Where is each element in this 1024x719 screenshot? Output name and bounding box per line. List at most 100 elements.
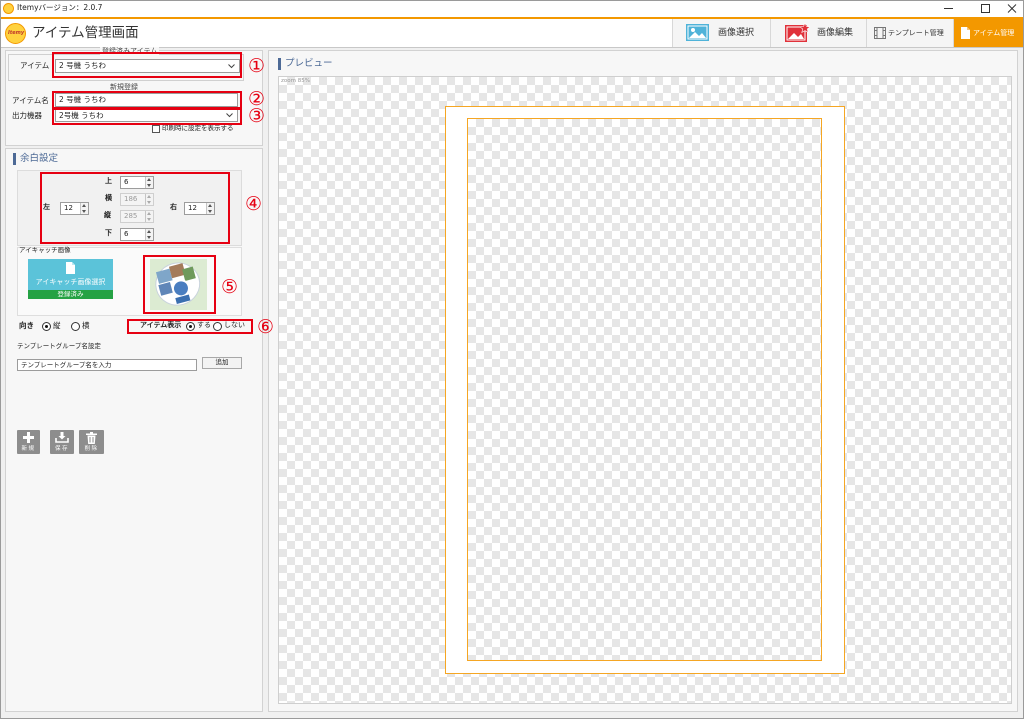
spinner[interactable] [206,203,214,214]
item-display-on-radio[interactable] [186,322,195,331]
spinner[interactable] [80,203,88,214]
orientation-landscape-radio[interactable] [71,322,80,331]
tab-image-select[interactable]: 画像選択 [672,19,770,47]
save-icon [50,432,74,446]
zoom-indicator: zoom 85% [281,78,310,84]
margin-left-label: 左 [43,203,50,211]
spinner[interactable] [145,229,153,240]
image-edit-icon [785,22,811,45]
orientation-portrait-radio[interactable] [42,322,51,331]
orientation-landscape-label: 横 [82,321,90,330]
add-button-label: 追加 [215,358,229,366]
title-bar [0,0,1024,17]
item-display-off-radio[interactable] [213,322,222,331]
tab-image-edit[interactable]: 画像編集 [770,19,866,47]
margin-right-input[interactable]: 12 [184,202,215,215]
film-icon [874,27,886,42]
add-button[interactable]: 追加 [202,357,242,369]
item-display-on-label: する [197,321,211,329]
tab-item-manage[interactable]: アイテム管理 [953,19,1024,47]
item-display-off-label: しない [224,321,245,329]
template-group-label: テンプレートグループ名設定 [17,342,101,350]
eyecatch-select-button[interactable]: アイキャッチ画像選択 [28,259,113,290]
chevron-down-icon [226,113,233,118]
new-button[interactable]: 新規 [17,430,40,454]
eyecatch-select-label: アイキャッチ画像選択 [35,278,106,286]
app-icon [3,3,14,14]
show-settings-checkbox[interactable] [152,125,160,133]
output-device-select[interactable]: 2号機 うちわ [55,109,238,122]
save-button[interactable]: 保存 [50,430,74,454]
eyecatch-status-bar: 登録済み [28,290,113,299]
new-button-label: 新規 [21,446,36,452]
show-settings-label: 印刷時に設定を表示する [162,124,234,132]
preview-accent-bar [278,58,281,70]
margin-bottom-label: 下 [105,229,112,237]
maximize-button[interactable] [972,0,998,17]
trash-icon [79,432,104,447]
section-accent-bar [13,153,16,165]
eyecatch-thumbnail[interactable] [150,259,207,310]
app-logo: Itemy [5,23,26,44]
registered-items-group-label: 登録済みアイテム [100,47,160,56]
page-title: アイテム管理画面 [32,25,139,41]
annotation-number-1: ① [248,55,266,77]
tab-label: 画像選択 [718,28,755,38]
orientation-portrait-label: 縦 [53,321,61,330]
item-name-value: 2 号機 うちわ [59,95,107,104]
annotation-number-5: ⑤ [221,276,239,298]
eyecatch-label: アイキャッチ画像 [19,246,71,254]
spinner[interactable] [145,177,153,188]
item-label: アイテム [20,61,50,70]
margin-bottom-input[interactable]: 6 [120,228,154,241]
minimize-icon [944,8,953,9]
close-icon [1007,4,1017,13]
margin-right-value: 12 [188,204,197,212]
item-display-label: アイテム表示 [140,321,182,329]
minimize-button[interactable] [936,0,962,17]
save-button-label: 保存 [54,446,69,452]
new-registration-label: 新規登録 [110,83,138,91]
margin-height-value: 285 [124,212,138,220]
margin-width-input: 186 [120,193,154,206]
tab-label: アイテム管理 [973,29,1015,37]
margin-left-input[interactable]: 12 [60,202,89,215]
orientation-label: 向き [19,321,34,330]
margin-width-label: 横 [105,194,112,202]
margin-width-value: 186 [124,195,138,203]
margin-top-input[interactable]: 6 [120,176,154,189]
output-device-label: 出力機器 [12,111,42,120]
printable-area [467,118,822,661]
tab-template-manage[interactable]: テンプレート管理 [866,19,953,47]
image-icon [686,24,709,44]
item-select[interactable]: 2 号機 うちわ [55,59,240,73]
plus-icon [17,432,40,446]
eyecatch-status-label: 登録済み [57,290,84,298]
document-icon [961,27,970,42]
margin-right-label: 右 [170,203,177,211]
annotation-number-3: ③ [248,105,266,127]
margin-bottom-value: 6 [124,230,129,238]
item-select-value: 2 号機 うちわ [59,61,107,70]
tab-label: テンプレート管理 [888,29,944,37]
margin-section-title: 余白設定 [20,153,59,164]
window-title: Itemyバージョン：2.0.7 [17,3,103,12]
template-group-input[interactable]: テンプレートグループ名を入力 [17,359,197,371]
template-group-value: テンプレートグループ名を入力 [21,361,112,369]
spinner [145,194,153,205]
preview-title: プレビュー [285,58,333,69]
annotation-number-4: ④ [245,193,263,215]
item-name-label: アイテム名 [12,96,49,105]
close-button[interactable] [999,0,1024,17]
spinner [145,211,153,222]
annotation-number-6: ⑥ [257,316,275,338]
maximize-icon [981,4,990,13]
chevron-down-icon [228,64,235,69]
margin-top-label: 上 [105,177,112,185]
margin-height-input: 285 [120,210,154,223]
delete-button[interactable]: 削除 [79,430,104,454]
logo-text: Itemy [8,30,25,36]
output-device-value: 2号機 うちわ [59,111,104,120]
margin-height-label: 縦 [104,211,111,219]
item-name-input[interactable]: 2 号機 うちわ [55,93,238,107]
